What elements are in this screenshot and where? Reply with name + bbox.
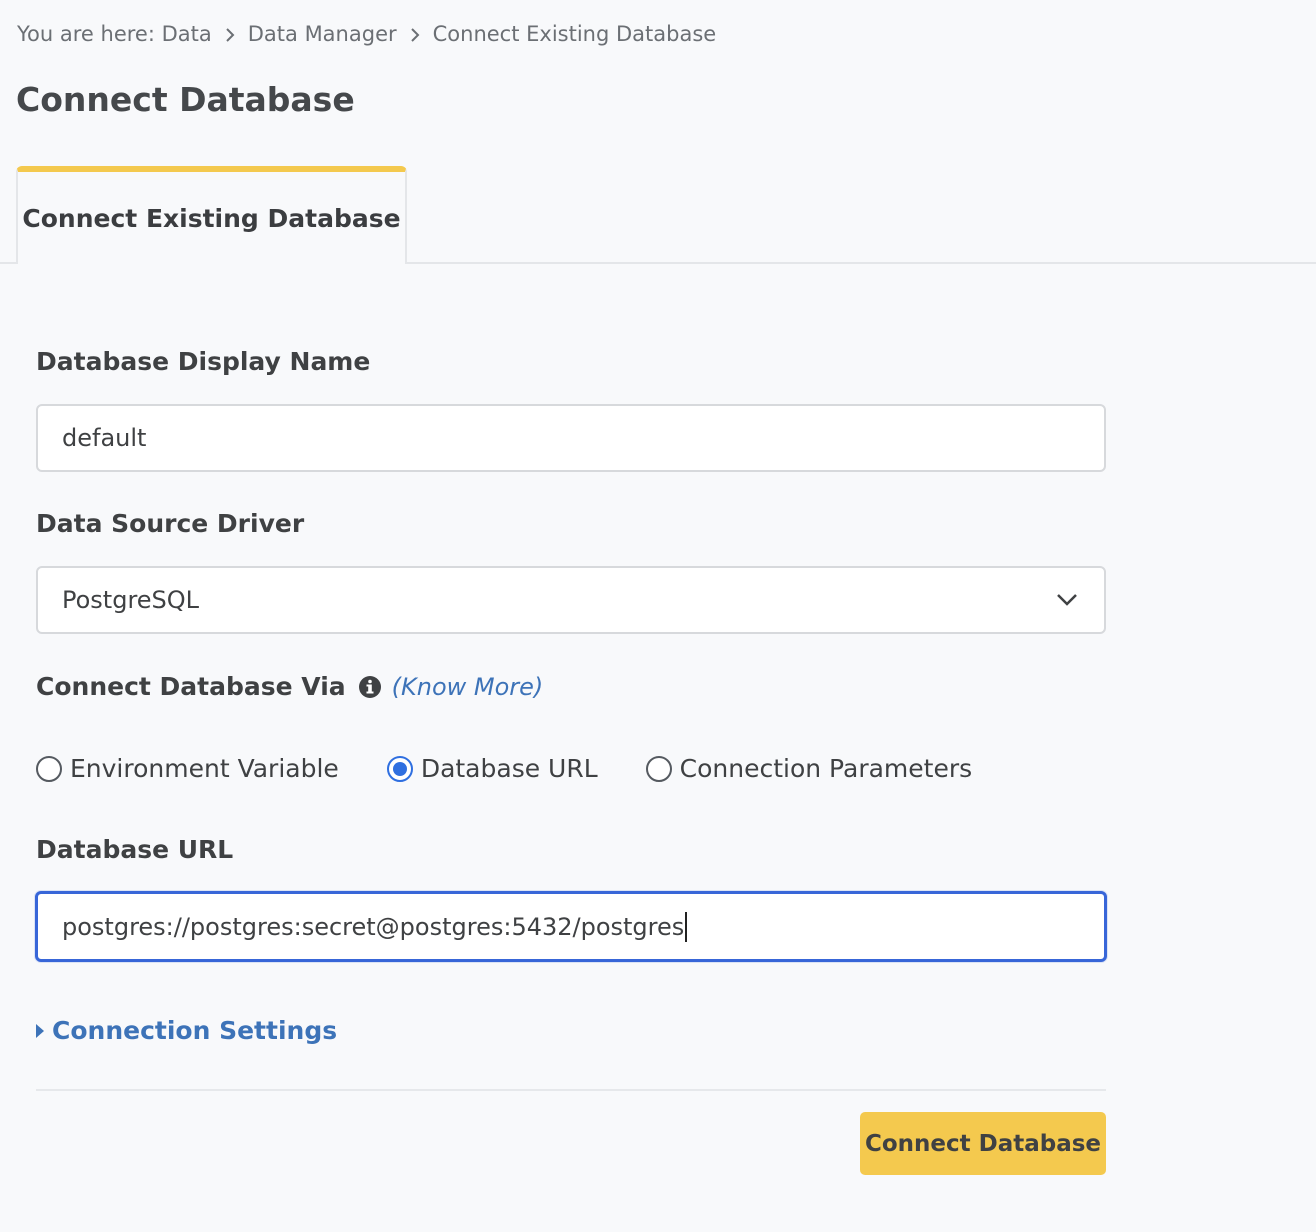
- form-divider: [36, 1089, 1106, 1091]
- breadcrumb-item-data-manager[interactable]: Data Manager: [248, 22, 397, 46]
- breadcrumb-item-current: Connect Existing Database: [432, 22, 717, 46]
- driver-select[interactable]: PostgreSQL: [36, 566, 1106, 634]
- connect-via-row: Connect Database Via (Know More): [36, 672, 543, 701]
- database-url-label: Database URL: [36, 835, 234, 864]
- radio-database-url[interactable]: Database URL: [386, 754, 598, 783]
- radio-button-checked[interactable]: [386, 755, 413, 782]
- radio-connection-parameters[interactable]: Connection Parameters: [645, 754, 973, 783]
- display-name-value: default: [62, 424, 147, 452]
- display-name-input[interactable]: default: [36, 404, 1106, 472]
- tab-connect-existing-database[interactable]: Connect Existing Database: [16, 166, 407, 264]
- text-caret: [685, 911, 688, 942]
- caret-right-icon: [36, 1023, 44, 1038]
- connect-database-page: You are here: Data Data Manager Connect …: [0, 0, 1316, 1232]
- radio-button[interactable]: [645, 755, 672, 782]
- breadcrumb: You are here: Data Data Manager Connect …: [17, 22, 716, 46]
- connect-database-button[interactable]: Connect Database: [860, 1112, 1106, 1175]
- know-more-link[interactable]: (Know More): [392, 673, 544, 701]
- driver-selected-value: PostgreSQL: [62, 586, 200, 614]
- tab-label: Connect Existing Database: [22, 203, 401, 233]
- radio-button[interactable]: [36, 755, 62, 782]
- info-icon[interactable]: [358, 675, 382, 699]
- radio-label: Environment Variable: [70, 754, 339, 783]
- breadcrumb-item-data[interactable]: Data: [162, 22, 212, 46]
- connection-settings-toggle[interactable]: Connection Settings: [36, 1016, 337, 1045]
- chevron-right-icon: [397, 22, 433, 46]
- database-url-input[interactable]: postgres://postgres:secret@postgres:5432…: [35, 891, 1107, 962]
- connection-settings-label: Connection Settings: [52, 1016, 338, 1045]
- radio-label: Database URL: [420, 754, 598, 783]
- breadcrumb-prefix: You are here:: [17, 22, 162, 46]
- radio-label: Connection Parameters: [679, 754, 973, 783]
- database-url-value: postgres://postgres:secret@postgres:5432…: [62, 912, 685, 941]
- display-name-label: Database Display Name: [36, 347, 371, 376]
- driver-label: Data Source Driver: [36, 509, 305, 538]
- page-title: Connect Database: [16, 80, 355, 119]
- connect-via-radio-group: Environment Variable Database URL Connec…: [36, 754, 972, 783]
- radio-environment-variable[interactable]: Environment Variable: [36, 754, 339, 783]
- chevron-down-icon: [1057, 594, 1077, 606]
- chevron-right-icon: [212, 22, 248, 46]
- connect-via-label: Connect Database Via: [36, 672, 346, 701]
